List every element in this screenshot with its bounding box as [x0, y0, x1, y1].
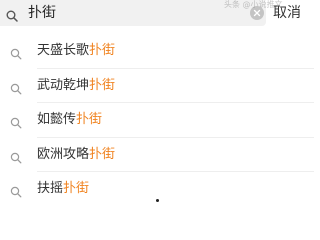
page-indicator-dot	[156, 199, 159, 202]
search-icon	[10, 45, 22, 60]
search-icon	[10, 80, 22, 94]
suggestion-match: 扑街	[89, 146, 116, 162]
suggestion-prefix: 如懿传	[37, 112, 77, 127]
suggestion-item[interactable]: 武动乾坤扑街	[0, 69, 314, 103]
clear-icon	[253, 9, 261, 17]
suggestion-item[interactable]: 欧洲攻略扑街	[0, 138, 314, 172]
suggestion-prefix: 欧洲攻略	[37, 146, 90, 162]
suggestion-item[interactable]: 天盛长歌扑街	[0, 34, 314, 69]
suggestion-label: 武动乾坤扑街	[37, 76, 115, 96]
suggestion-match: 扑街	[89, 77, 116, 93]
search-query-text: 扑街	[28, 5, 56, 21]
suggestion-match: 扑街	[76, 112, 103, 127]
suggestion-label: 扶摇扑街	[37, 179, 89, 199]
clear-button[interactable]	[250, 6, 264, 20]
search-icon	[10, 183, 22, 198]
cancel-button[interactable]: 取消	[273, 3, 301, 23]
suggestion-label: 欧洲攻略扑街	[37, 145, 115, 165]
search-icon	[10, 149, 22, 163]
suggestion-label: 如懿传扑街	[37, 110, 102, 130]
suggestion-prefix: 武动乾坤	[37, 77, 90, 93]
search-bar: 扑街 取消 头条 @小说推文	[0, 0, 314, 30]
suggestion-item[interactable]: 如懿传扑街	[0, 103, 314, 138]
suggestion-list: 天盛长歌扑街 武动乾坤扑街 如懿传扑街 欧洲攻略扑街 扶摇扑街	[0, 34, 314, 207]
search-screen: 扑街 取消 头条 @小说推文 天盛长歌扑街 武动乾坤扑街 如懿传扑街 欧洲攻略扑…	[0, 0, 314, 208]
suggestion-match: 扑街	[89, 43, 116, 58]
suggestion-match: 扑街	[63, 181, 90, 196]
suggestion-prefix: 扶摇	[37, 181, 64, 196]
search-icon	[10, 114, 22, 129]
suggestion-label: 天盛长歌扑街	[37, 41, 115, 61]
search-input[interactable]: 扑街	[0, 0, 266, 26]
suggestion-prefix: 天盛长歌	[37, 43, 90, 58]
search-icon	[6, 7, 18, 22]
